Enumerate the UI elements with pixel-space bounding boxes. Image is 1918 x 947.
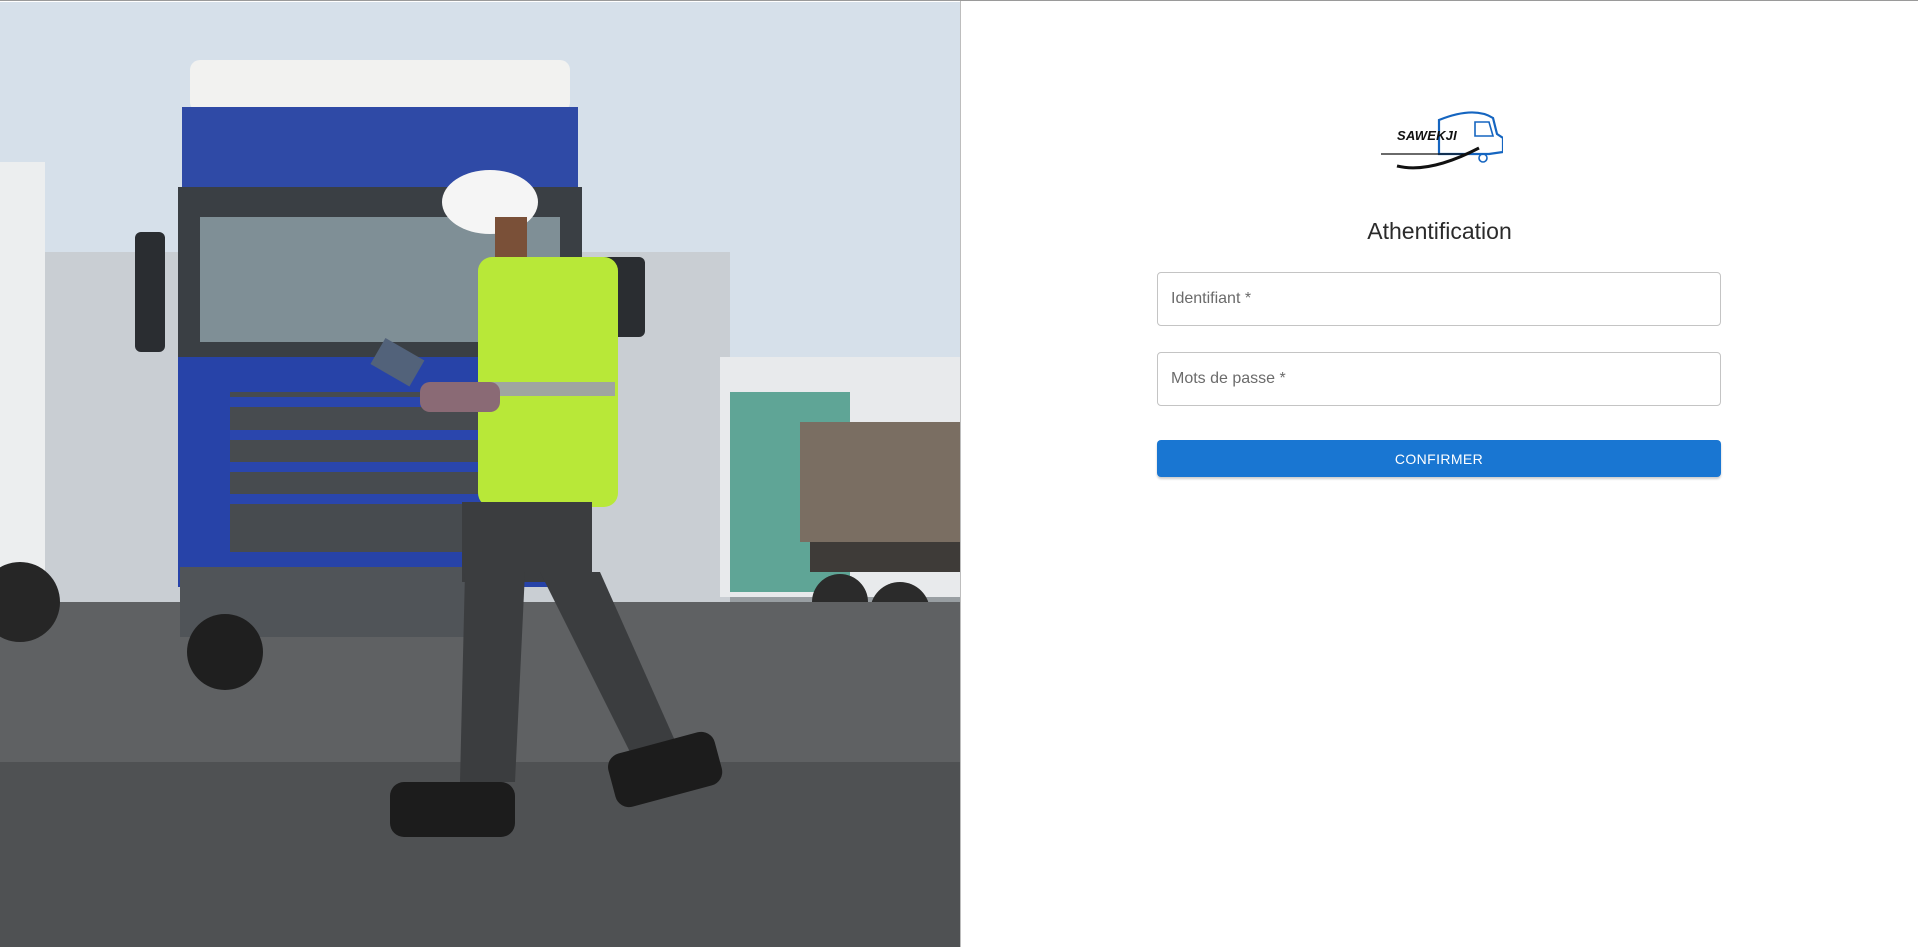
logo-wordmark: SAWEKJI [1397, 128, 1457, 143]
password-input[interactable] [1158, 353, 1720, 405]
hero-image-truck-worker [0, 2, 960, 947]
login-page: SAWEKJI Athentification Identifiant * Mo… [0, 0, 1918, 947]
confirm-button[interactable]: CONFIRMER [1157, 440, 1721, 477]
username-field[interactable]: Identifiant * [1157, 272, 1721, 326]
password-field[interactable]: Mots de passe * [1157, 352, 1721, 406]
page-title: Athentification [1367, 218, 1512, 244]
login-panel: SAWEKJI Athentification Identifiant * Mo… [961, 2, 1918, 947]
username-input[interactable] [1158, 273, 1720, 325]
